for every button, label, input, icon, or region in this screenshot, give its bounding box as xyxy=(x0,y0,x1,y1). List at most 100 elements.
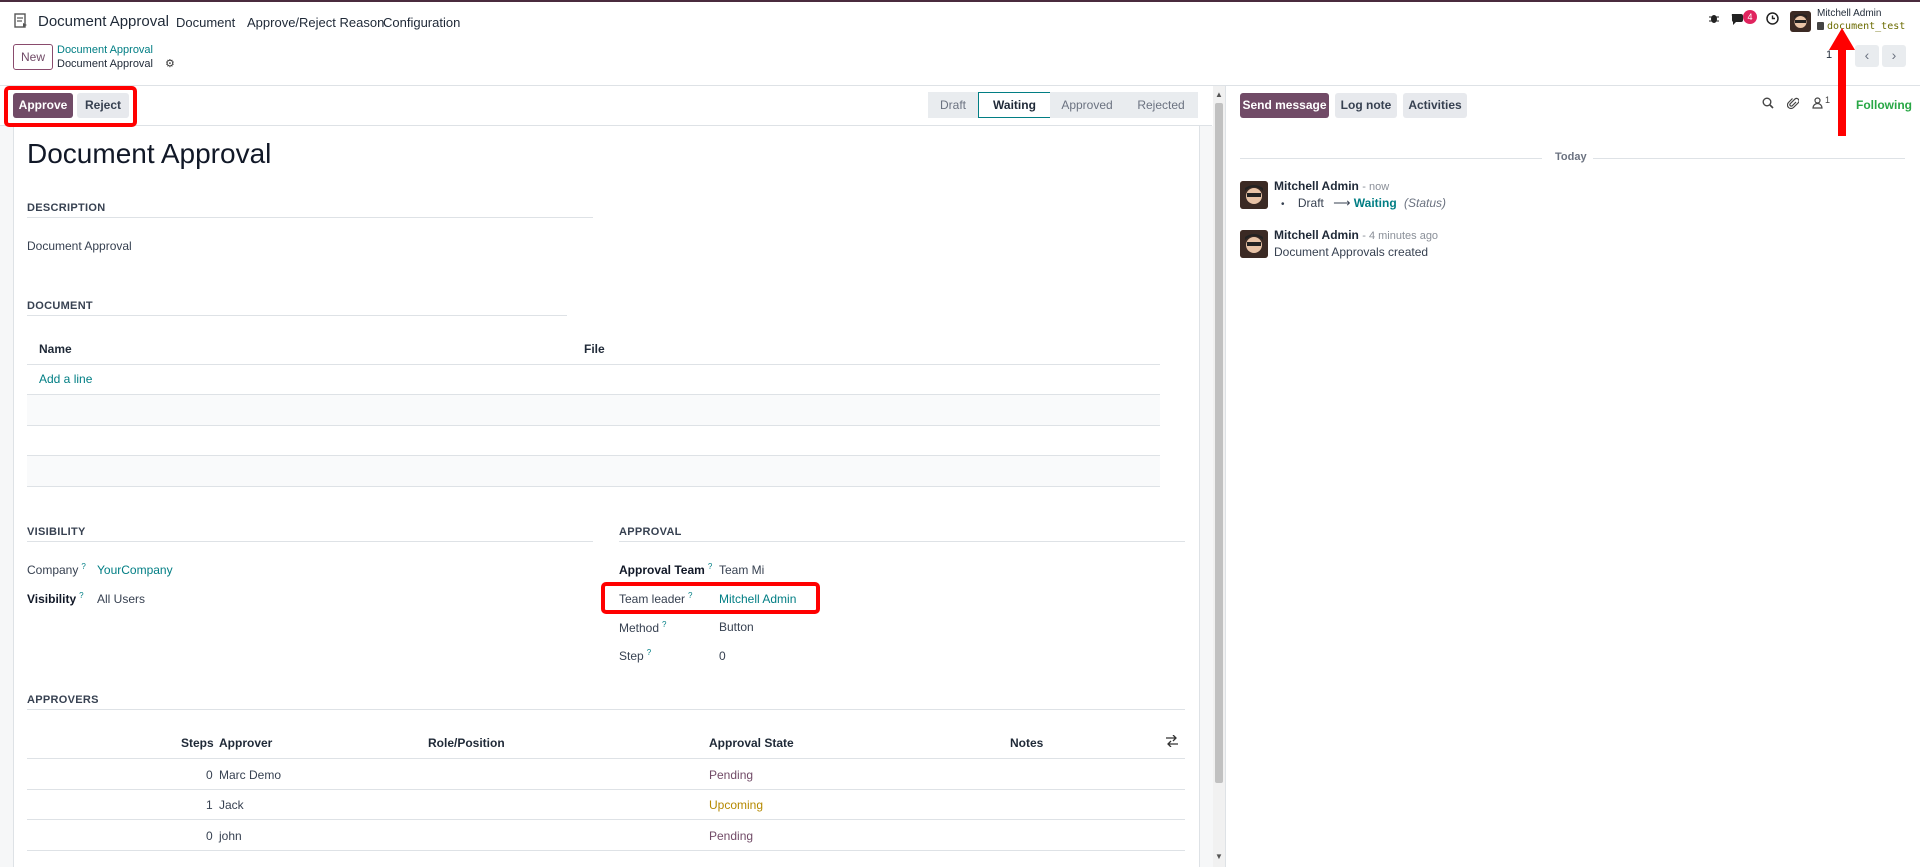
scroll-up-icon[interactable]: ▲ xyxy=(1215,90,1223,99)
help-icon[interactable]: ? xyxy=(662,620,666,629)
new-value: Waiting xyxy=(1353,196,1397,210)
search-icon[interactable] xyxy=(1762,97,1774,112)
message-author[interactable]: Mitchell Admin - 4 minutes ago xyxy=(1274,228,1438,242)
add-line-link[interactable]: Add a line xyxy=(39,372,92,386)
approver-state[interactable]: Pending xyxy=(709,829,753,843)
company-value[interactable]: YourCompany xyxy=(97,563,173,577)
activities-button[interactable]: Activities xyxy=(1403,93,1467,118)
stage-waiting[interactable]: Waiting xyxy=(978,92,1050,118)
breadcrumb-parent[interactable]: Document Approval xyxy=(57,44,153,56)
document-app-icon[interactable] xyxy=(13,13,29,29)
day-divider-left xyxy=(1240,158,1542,159)
visibility-header: VISIBILITY xyxy=(27,526,86,538)
approvers-header: APPROVERS xyxy=(27,694,99,706)
day-divider-right xyxy=(1593,158,1905,159)
breadcrumb-current: Document Approval xyxy=(57,58,153,70)
pager-next-button[interactable]: › xyxy=(1882,45,1906,67)
send-message-button[interactable]: Send message xyxy=(1240,93,1329,118)
column-settings-icon[interactable] xyxy=(1165,734,1179,750)
approval-divider xyxy=(619,541,1185,542)
main-navbar: Document Approval Document Approve/Rejec… xyxy=(0,2,1920,38)
database-icon xyxy=(1817,22,1824,30)
document-header-divider xyxy=(27,364,1160,365)
form-sheet xyxy=(13,126,1200,867)
company-label: Company? xyxy=(27,562,86,577)
step-value[interactable]: 0 xyxy=(719,649,726,663)
following-button[interactable]: Following xyxy=(1856,98,1912,112)
app-name[interactable]: Document Approval xyxy=(38,13,169,30)
help-icon[interactable]: ? xyxy=(708,562,712,571)
message-date: - 4 minutes ago xyxy=(1362,230,1439,242)
description-header: DESCRIPTION xyxy=(27,202,106,214)
statusbar-border xyxy=(0,125,1212,126)
help-icon[interactable]: ? xyxy=(647,648,651,657)
tracking-value-change: • Draft ⟶ Waiting (Status) xyxy=(1281,196,1446,210)
gear-icon[interactable]: ⚙ xyxy=(165,57,175,70)
scrollbar-thumb[interactable] xyxy=(1215,103,1223,783)
approver-state[interactable]: Upcoming xyxy=(709,798,763,812)
empty-row xyxy=(27,395,1160,425)
description-value[interactable]: Document Approval xyxy=(27,239,132,253)
column-steps[interactable]: Steps xyxy=(181,736,214,750)
approver-steps[interactable]: 0 xyxy=(206,829,213,843)
method-value[interactable]: Button xyxy=(719,620,754,634)
highlight-box-team-leader xyxy=(601,582,820,614)
message-author[interactable]: Mitchell Admin - now xyxy=(1274,179,1389,193)
column-approval-state[interactable]: Approval State xyxy=(709,736,794,750)
stage-draft[interactable]: Draft xyxy=(928,92,978,118)
chevron-right-icon: › xyxy=(1891,47,1897,63)
column-name[interactable]: Name xyxy=(39,342,72,356)
followers-icon[interactable] xyxy=(1812,97,1823,112)
user-avatar[interactable] xyxy=(1790,11,1811,32)
menu-configuration[interactable]: Configuration xyxy=(383,15,460,30)
document-divider xyxy=(27,315,567,316)
column-role-position[interactable]: Role/Position xyxy=(428,736,505,750)
message-author-avatar[interactable] xyxy=(1240,181,1268,209)
paperclip-icon[interactable] xyxy=(1786,97,1800,113)
menu-document[interactable]: Document xyxy=(176,15,235,30)
message-author-name[interactable]: Mitchell Admin xyxy=(1274,228,1359,242)
arrow-right-icon: ⟶ xyxy=(1333,196,1351,210)
help-icon[interactable]: ? xyxy=(81,562,85,571)
company-label-text: Company xyxy=(27,563,79,577)
log-note-button[interactable]: Log note xyxy=(1335,93,1397,118)
approval-team-value[interactable]: Team Mi xyxy=(719,563,764,577)
stage-rejected[interactable]: Rejected xyxy=(1124,92,1198,118)
method-label: Method? xyxy=(619,620,666,635)
row-divider xyxy=(27,486,1160,487)
scroll-down-icon[interactable]: ▼ xyxy=(1215,852,1223,861)
message-author-name[interactable]: Mitchell Admin xyxy=(1274,179,1359,193)
approver-name[interactable]: john xyxy=(219,829,242,843)
clock-icon[interactable] xyxy=(1762,12,1782,30)
visibility-value[interactable]: All Users xyxy=(97,592,145,606)
user-name[interactable]: Mitchell Admin xyxy=(1817,8,1881,19)
table-row-divider xyxy=(27,850,1185,851)
column-approver[interactable]: Approver xyxy=(219,736,272,750)
table-row-divider xyxy=(27,789,1185,790)
approver-steps[interactable]: 0 xyxy=(206,768,213,782)
description-divider xyxy=(27,217,593,218)
stage-approved[interactable]: Approved xyxy=(1050,92,1124,118)
help-icon[interactable]: ? xyxy=(79,591,83,600)
new-button[interactable]: New xyxy=(13,44,53,70)
method-label-text: Method xyxy=(619,621,660,635)
approver-name[interactable]: Marc Demo xyxy=(219,768,281,782)
empty-row xyxy=(27,426,1160,456)
table-row-divider xyxy=(27,819,1185,820)
bullet-icon: • xyxy=(1281,199,1285,210)
message-author-avatar[interactable] xyxy=(1240,230,1268,258)
approver-state[interactable]: Pending xyxy=(709,768,753,782)
approver-steps[interactable]: 1 xyxy=(206,798,213,812)
message-body: Document Approvals created xyxy=(1274,245,1429,259)
column-notes[interactable]: Notes xyxy=(1010,736,1043,750)
record-title[interactable]: Document Approval xyxy=(27,138,271,170)
bug-icon[interactable] xyxy=(1704,12,1724,30)
menu-approve-reject-reason[interactable]: Approve/Reject Reason xyxy=(247,15,384,30)
pager-previous-button[interactable]: ‹ xyxy=(1855,45,1879,67)
column-file[interactable]: File xyxy=(584,342,605,356)
approval-team-label-text: Approval Team xyxy=(619,563,705,577)
highlight-box-actions xyxy=(4,86,137,127)
tracked-field: (Status) xyxy=(1404,196,1447,210)
visibility-label: Visibility? xyxy=(27,591,84,606)
approver-name[interactable]: Jack xyxy=(219,798,244,812)
